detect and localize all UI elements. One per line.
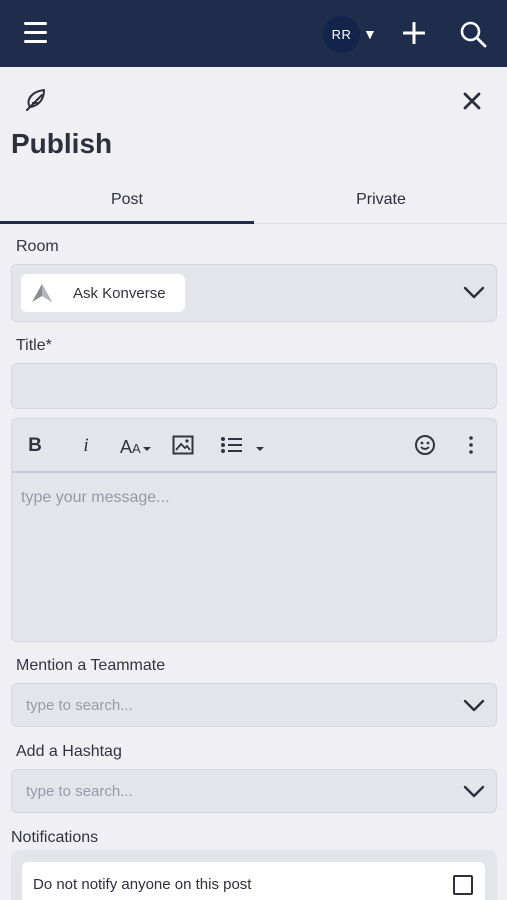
mention-label: Mention a Teammate: [16, 657, 166, 674]
mention-select[interactable]: type to search...: [11, 683, 497, 727]
tab-bar: Post Private: [0, 180, 507, 224]
close-icon[interactable]: [463, 92, 481, 110]
hashtag-select[interactable]: type to search...: [11, 769, 497, 813]
avatar[interactable]: RR: [323, 16, 360, 53]
list-icon[interactable]: [220, 436, 270, 456]
svg-text:A: A: [132, 441, 141, 456]
notifications-label: Notifications: [11, 829, 99, 846]
page-title: Publish: [11, 128, 113, 159]
feather-icon: [26, 89, 45, 111]
notify-option-label: Do not notify anyone on this post: [33, 876, 252, 893]
hashtag-placeholder: type to search...: [26, 783, 133, 800]
editor-toolbar: B i A A: [12, 419, 496, 473]
search-icon[interactable]: [459, 20, 487, 48]
italic-button[interactable]: i: [78, 433, 94, 459]
tab-post[interactable]: Post: [0, 180, 254, 224]
more-vertical-icon[interactable]: [467, 435, 475, 455]
bold-button[interactable]: B: [26, 433, 44, 459]
konverse-logo-icon: [32, 284, 52, 302]
title-label: Title*: [16, 337, 52, 354]
room-chip-label: Ask Konverse: [73, 284, 166, 302]
hashtag-label: Add a Hashtag: [16, 743, 122, 760]
chevron-down-icon[interactable]: [463, 286, 485, 300]
emoji-icon[interactable]: [414, 434, 436, 456]
tab-private[interactable]: Private: [254, 180, 507, 224]
plus-icon[interactable]: [403, 22, 425, 44]
font-size-icon: A A: [120, 437, 151, 457]
svg-text:A: A: [120, 437, 132, 457]
notifications-section: Do not notify anyone on this post: [11, 850, 497, 900]
chevron-down-icon[interactable]: [463, 699, 485, 713]
chevron-down-icon[interactable]: [463, 785, 485, 799]
image-icon[interactable]: [172, 435, 194, 455]
notify-option[interactable]: Do not notify anyone on this post: [22, 862, 485, 900]
mention-placeholder: type to search...: [26, 697, 133, 714]
notify-checkbox[interactable]: [453, 875, 473, 895]
room-chip[interactable]: Ask Konverse: [21, 274, 185, 312]
room-label: Room: [16, 238, 59, 255]
avatar-caret-icon[interactable]: ▼: [363, 26, 377, 42]
hamburger-menu-icon[interactable]: [24, 22, 47, 44]
message-editor[interactable]: B i A A type your message...: [11, 418, 497, 642]
room-select[interactable]: Ask Konverse: [11, 264, 497, 322]
font-size-button[interactable]: A A: [120, 433, 154, 459]
title-input[interactable]: [11, 363, 497, 409]
top-bar: RR ▼: [0, 0, 507, 67]
message-placeholder: type your message...: [21, 489, 170, 506]
